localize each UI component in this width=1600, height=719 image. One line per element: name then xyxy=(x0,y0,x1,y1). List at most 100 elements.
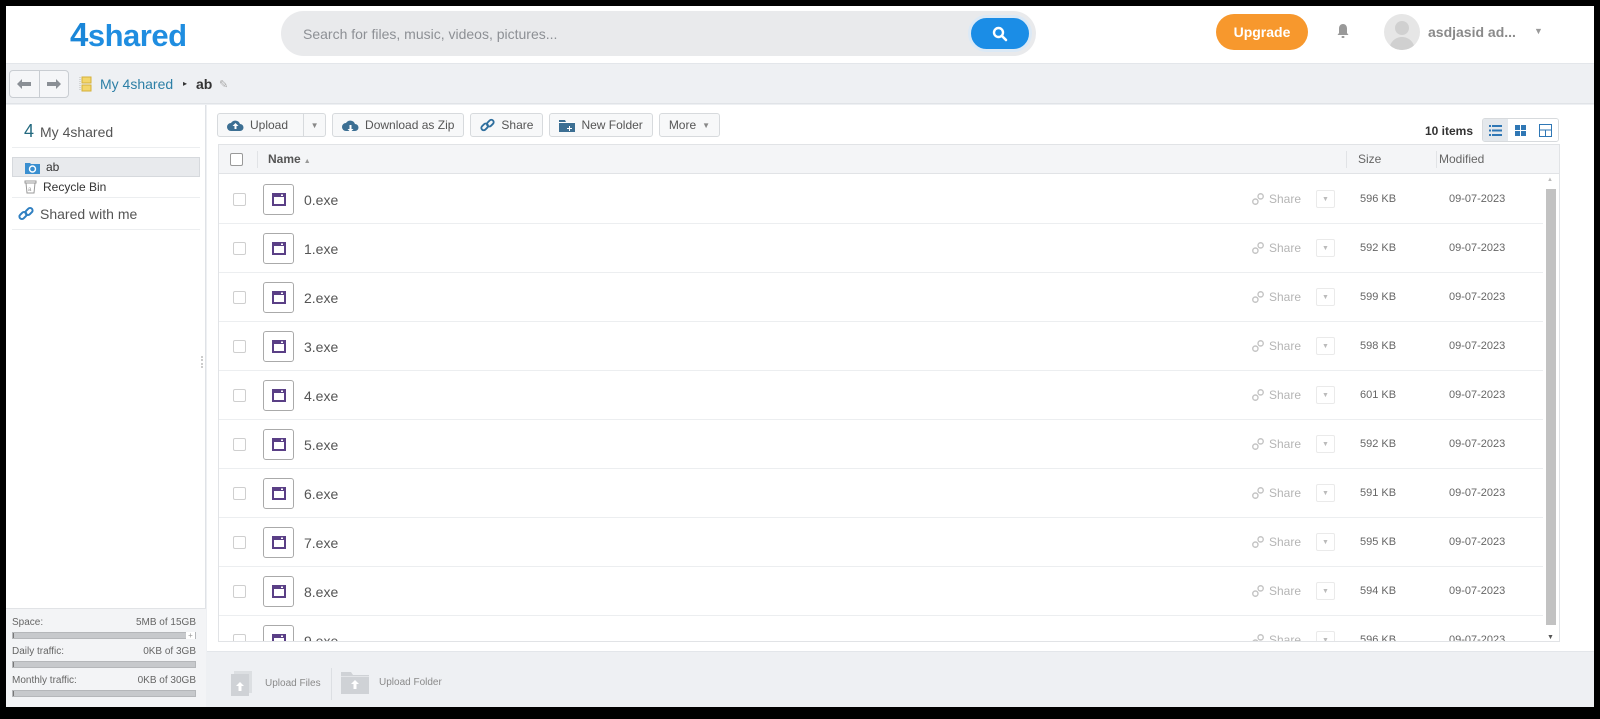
row-checkbox[interactable] xyxy=(233,291,246,304)
file-type-thumbnail[interactable] xyxy=(263,625,294,641)
row-checkbox[interactable] xyxy=(233,634,246,641)
upload-button[interactable]: Upload xyxy=(218,114,297,136)
row-share-button[interactable]: Share xyxy=(1251,535,1301,549)
rename-pencil-icon[interactable]: ✎ xyxy=(219,78,228,91)
file-type-thumbnail[interactable] xyxy=(263,233,294,264)
executable-file-icon xyxy=(271,536,286,549)
row-checkbox[interactable] xyxy=(233,487,246,500)
column-header-name[interactable]: Name ▲ xyxy=(268,152,311,166)
row-share-button[interactable]: Share xyxy=(1251,584,1301,598)
row-actions-dropdown[interactable]: ▼ xyxy=(1316,190,1335,208)
file-name[interactable]: 5.exe xyxy=(304,437,338,453)
column-header-modified[interactable]: Modified xyxy=(1439,152,1484,166)
scrollbar-thumb[interactable] xyxy=(1546,189,1556,625)
link-icon xyxy=(1252,291,1264,303)
file-name[interactable]: 3.exe xyxy=(304,339,338,355)
file-name[interactable]: 6.exe xyxy=(304,486,338,502)
upload-files-button[interactable]: Upload Files xyxy=(229,670,321,696)
back-button[interactable] xyxy=(10,71,39,97)
grid-view-button[interactable] xyxy=(1508,119,1533,141)
upload-folder-button[interactable]: Upload Folder xyxy=(341,670,442,694)
file-type-thumbnail[interactable] xyxy=(263,527,294,558)
row-share-button[interactable]: Share xyxy=(1251,388,1301,402)
sidebar-item-recycle-bin[interactable]: a Recycle Bin xyxy=(12,177,200,197)
table-row[interactable]: 6.exe Share ▼ 591 KB 09-07-2023 xyxy=(219,469,1544,518)
column-header-size[interactable]: Size xyxy=(1358,152,1381,166)
table-row[interactable]: 7.exe Share ▼ 595 KB 09-07-2023 xyxy=(219,518,1544,567)
row-actions-dropdown[interactable]: ▼ xyxy=(1316,337,1335,355)
vertical-scrollbar[interactable]: ▲ ▼ xyxy=(1543,175,1559,641)
file-type-thumbnail[interactable] xyxy=(263,478,294,509)
file-name[interactable]: 7.exe xyxy=(304,535,338,551)
file-name[interactable]: 0.exe xyxy=(304,192,338,208)
row-actions-dropdown[interactable]: ▼ xyxy=(1316,631,1335,641)
download-zip-button[interactable]: Download as Zip xyxy=(332,113,465,137)
table-row[interactable]: 3.exe Share ▼ 598 KB 09-07-2023 xyxy=(219,322,1544,371)
table-row[interactable]: 2.exe Share ▼ 599 KB 09-07-2023 xyxy=(219,273,1544,322)
add-space-button[interactable]: + xyxy=(186,632,195,640)
sidebar-resize-handle[interactable] xyxy=(201,356,205,368)
logo[interactable]: 4shared xyxy=(70,16,187,54)
sidebar-item-my-4shared[interactable]: 4 My 4shared xyxy=(24,121,113,142)
preview-view-button[interactable] xyxy=(1533,119,1558,141)
row-actions-dropdown[interactable]: ▼ xyxy=(1316,435,1335,453)
row-checkbox[interactable] xyxy=(233,193,246,206)
row-share-button[interactable]: Share xyxy=(1251,192,1301,206)
scroll-up-arrow-icon[interactable]: ▲ xyxy=(1547,177,1553,183)
notifications-button[interactable] xyxy=(1336,23,1350,44)
row-actions-dropdown[interactable]: ▼ xyxy=(1316,484,1335,502)
avatar[interactable] xyxy=(1384,14,1420,50)
file-name[interactable]: 9.exe xyxy=(304,633,338,641)
row-actions-dropdown[interactable]: ▼ xyxy=(1316,288,1335,306)
search-input[interactable] xyxy=(303,11,943,56)
file-name[interactable]: 2.exe xyxy=(304,290,338,306)
file-type-thumbnail[interactable] xyxy=(263,331,294,362)
table-row[interactable]: 5.exe Share ▼ 592 KB 09-07-2023 xyxy=(219,420,1544,469)
row-share-button[interactable]: Share xyxy=(1251,486,1301,500)
row-checkbox[interactable] xyxy=(233,389,246,402)
table-row[interactable]: 9.exe Share ▼ 596 KB 09-07-2023 xyxy=(219,616,1544,641)
row-share-button[interactable]: Share xyxy=(1251,437,1301,451)
sidebar-item-shared-with-me[interactable]: Shared with me xyxy=(18,206,137,222)
file-name[interactable]: 1.exe xyxy=(304,241,338,257)
row-actions-dropdown[interactable]: ▼ xyxy=(1316,239,1335,257)
file-name[interactable]: 4.exe xyxy=(304,388,338,404)
file-type-thumbnail[interactable] xyxy=(263,576,294,607)
forward-button[interactable] xyxy=(38,71,68,97)
more-button[interactable]: More ▼ xyxy=(658,113,721,137)
user-menu-caret-icon[interactable]: ▼ xyxy=(1534,26,1543,36)
username[interactable]: asdjasid ad... xyxy=(1428,24,1516,40)
row-share-button[interactable]: Share xyxy=(1251,633,1301,641)
file-type-thumbnail[interactable] xyxy=(263,282,294,313)
upgrade-button[interactable]: Upgrade xyxy=(1216,14,1308,50)
table-row[interactable]: 4.exe Share ▼ 601 KB 09-07-2023 xyxy=(219,371,1544,420)
upload-dropdown-button[interactable]: ▼ xyxy=(303,114,325,136)
sidebar-item-ab[interactable]: ab xyxy=(12,157,200,177)
table-row[interactable]: 8.exe Share ▼ 594 KB 09-07-2023 xyxy=(219,567,1544,616)
file-type-thumbnail[interactable] xyxy=(263,184,294,215)
row-share-button[interactable]: Share xyxy=(1251,290,1301,304)
row-checkbox[interactable] xyxy=(233,585,246,598)
breadcrumb-root-link[interactable]: My 4shared xyxy=(100,76,173,92)
share-button[interactable]: Share xyxy=(470,113,544,137)
file-name[interactable]: 8.exe xyxy=(304,584,338,600)
row-share-button[interactable]: Share xyxy=(1251,241,1301,255)
row-actions-dropdown[interactable]: ▼ xyxy=(1316,533,1335,551)
row-checkbox[interactable] xyxy=(233,438,246,451)
row-checkbox[interactable] xyxy=(233,242,246,255)
table-row[interactable]: 1.exe Share ▼ 592 KB 09-07-2023 xyxy=(219,224,1544,273)
row-actions-dropdown[interactable]: ▼ xyxy=(1316,582,1335,600)
file-type-thumbnail[interactable] xyxy=(263,380,294,411)
new-folder-button[interactable]: New Folder xyxy=(549,113,653,137)
table-row[interactable]: 0.exe Share ▼ 596 KB 09-07-2023 xyxy=(219,175,1544,224)
file-type-thumbnail[interactable] xyxy=(263,429,294,460)
row-checkbox[interactable] xyxy=(233,340,246,353)
select-all-checkbox[interactable] xyxy=(230,153,243,166)
search-button[interactable] xyxy=(968,15,1032,52)
row-checkbox[interactable] xyxy=(233,536,246,549)
row-share-button[interactable]: Share xyxy=(1251,339,1301,353)
scroll-down-arrow-icon[interactable]: ▼ xyxy=(1547,634,1554,641)
row-actions-dropdown[interactable]: ▼ xyxy=(1316,386,1335,404)
list-view-button[interactable] xyxy=(1483,119,1508,141)
download-zip-label: Download as Zip xyxy=(365,118,455,132)
